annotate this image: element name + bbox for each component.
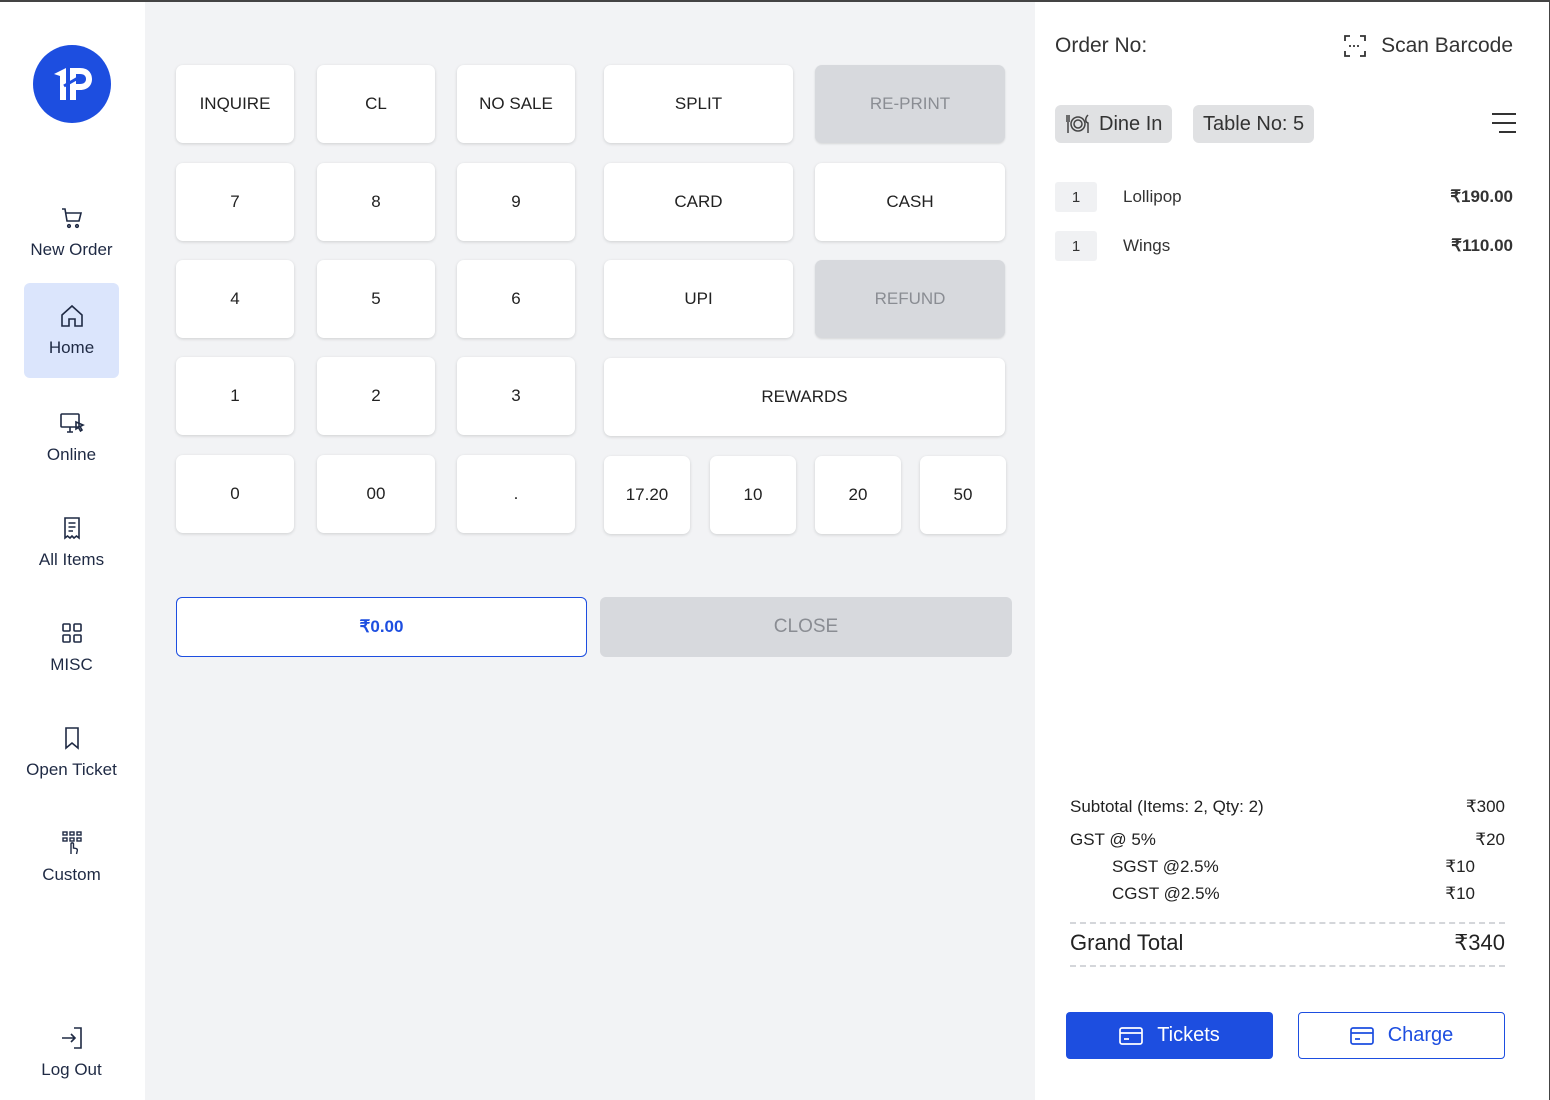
cgst-row: CGST @2.5% ₹10 [1112,884,1475,904]
subtotal-label: Subtotal (Items: 2, Qty: 2) [1070,797,1264,816]
home-icon [60,304,83,327]
order-number-label: Order No: [1055,34,1148,57]
monitor-cursor-icon [59,413,85,433]
sidebar-item-label: New Order [30,240,113,259]
barcode-scan-icon [1344,35,1366,57]
sidebar-item-label: Custom [42,865,101,884]
grid-icon [61,623,82,643]
sidebar-item-label: Online [46,445,97,464]
decimal-key[interactable]: . [457,455,575,533]
sidebar-item-label: Log Out [41,1060,102,1079]
dine-in-label: Dine In [1099,112,1163,135]
order-line-item[interactable]: 1 Lollipop ₹190.00 [1055,182,1513,212]
grand-total-row: Grand Total ₹340 [1070,930,1505,956]
table-number-label: Table No: 5 [1203,112,1305,135]
order-line-item[interactable]: 1 Wings ₹110.00 [1055,231,1513,261]
gst-label: GST @ 5% [1070,830,1156,849]
quick-amount-button[interactable]: 50 [920,456,1006,534]
quick-amount-button[interactable]: 10 [710,456,796,534]
scan-barcode-label: Scan Barcode [1381,34,1513,57]
item-qty[interactable]: 1 [1055,182,1097,212]
sidebar-item-logout[interactable]: Log Out [24,1005,119,1100]
upi-button[interactable]: UPI [604,260,793,338]
card-icon [1349,1026,1374,1045]
table-number-chip[interactable]: Table No: 5 [1193,105,1315,143]
hamburger-menu-icon[interactable] [1491,112,1517,134]
sgst-row: SGST @2.5% ₹10 [1112,857,1475,877]
tickets-button[interactable]: Tickets [1066,1012,1273,1059]
reprint-button[interactable]: RE-PRINT [815,65,1005,143]
digit-2-key[interactable]: 2 [317,357,435,435]
sidebar-item-new-order[interactable]: New Order [24,185,119,280]
split-button[interactable]: SPLIT [604,65,793,143]
no-sale-button[interactable]: NO SALE [457,65,575,143]
digit-4-key[interactable]: 4 [176,260,294,338]
sidebar-item-label: All Items [38,550,105,569]
plate-cutlery-icon [1066,114,1089,133]
item-name: Wings [1123,236,1171,255]
charge-button[interactable]: Charge [1298,1012,1505,1059]
sidebar: New Order Home Online All Items MISC Ope… [0,2,145,1100]
digit-5-key[interactable]: 5 [317,260,435,338]
cart-icon [61,208,82,229]
logout-icon [61,1027,82,1049]
inquire-button[interactable]: INQUIRE [176,65,294,143]
grand-total-label: Grand Total [1070,930,1184,955]
digit-9-key[interactable]: 9 [457,163,575,241]
digit-7-key[interactable]: 7 [176,163,294,241]
cash-button[interactable]: CASH [815,163,1005,241]
close-button[interactable]: CLOSE [600,597,1012,657]
digit-0-key[interactable]: 0 [176,455,294,533]
sgst-value: ₹10 [1445,857,1475,876]
quick-amount-button[interactable]: 17.20 [604,456,690,534]
receipt-icon [63,517,80,540]
card-button[interactable]: CARD [604,163,793,241]
digit-1-key[interactable]: 1 [176,357,294,435]
gst-value: ₹20 [1475,830,1505,849]
cgst-label: CGST @2.5% [1112,884,1220,903]
sgst-label: SGST @2.5% [1112,857,1219,876]
charge-label: Charge [1387,1024,1454,1046]
rewards-button[interactable]: REWARDS [604,358,1005,436]
amount-input[interactable]: ₹0.00 [176,597,587,657]
order-panel: Order No: Scan Barcode Dine In Table No:… [1035,2,1549,1100]
subtotal-row: Subtotal (Items: 2, Qty: 2) ₹300 [1070,797,1505,817]
dashed-divider [1070,965,1505,967]
sidebar-item-online[interactable]: Online [24,390,119,485]
sidebar-item-all-items[interactable]: All Items [24,495,119,590]
bookmark-icon [64,727,79,750]
sidebar-item-label: Home [48,338,95,357]
refund-button[interactable]: REFUND [815,260,1005,338]
sidebar-item-home[interactable]: Home [24,283,119,378]
dashed-divider [1070,922,1505,924]
cl-button[interactable]: CL [317,65,435,143]
sidebar-item-misc[interactable]: MISC [24,600,119,695]
digit-3-key[interactable]: 3 [457,357,575,435]
sidebar-item-label: Open Ticket [26,760,117,779]
tickets-label: Tickets [1157,1024,1220,1046]
brand-logo-icon[interactable] [33,45,111,123]
digit-6-key[interactable]: 6 [457,260,575,338]
digit-8-key[interactable]: 8 [317,163,435,241]
keypad-touch-icon [61,831,82,855]
quick-amount-button[interactable]: 20 [815,456,901,534]
sidebar-item-custom[interactable]: Custom [24,810,119,905]
grand-total-value: ₹340 [1454,930,1505,955]
gst-row: GST @ 5% ₹20 [1070,830,1505,850]
sidebar-item-open-ticket[interactable]: Open Ticket [24,705,119,800]
cgst-value: ₹10 [1445,884,1475,903]
digit-00-key[interactable]: 00 [317,455,435,533]
sidebar-item-label: MISC [50,655,93,674]
subtotal-value: ₹300 [1465,797,1505,816]
keypad-panel: INQUIRE CL NO SALE SPLIT RE-PRINT 7 8 9 … [145,2,1035,1100]
card-icon [1119,1026,1144,1045]
dine-in-chip[interactable]: Dine In [1055,105,1173,143]
item-price: ₹110.00 [1451,236,1513,255]
scan-barcode-button[interactable]: Scan Barcode [1343,34,1513,58]
item-qty[interactable]: 1 [1055,231,1097,261]
item-name: Lollipop [1123,187,1182,206]
item-price: ₹190.00 [1450,187,1513,206]
